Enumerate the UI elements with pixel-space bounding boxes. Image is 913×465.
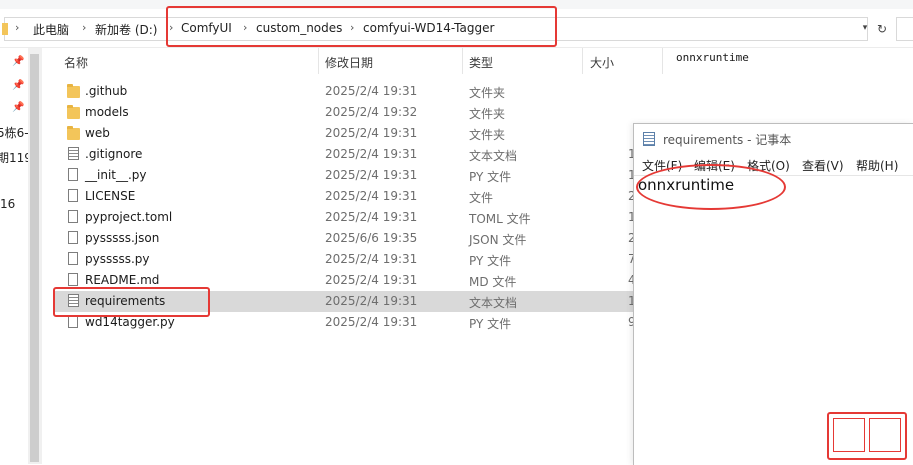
file-icon xyxy=(68,273,78,286)
folder-icon xyxy=(67,84,80,98)
file-row[interactable]: pysssss.py 2025/2/4 19:31 PY 文件 7 xyxy=(53,249,643,270)
file-date: 2025/2/4 19:31 xyxy=(325,126,418,140)
pin-icon: 📌 xyxy=(12,80,25,91)
column-divider[interactable] xyxy=(662,48,663,74)
address-dropdown-icon[interactable]: ▾ xyxy=(858,21,872,35)
column-header-size[interactable]: 大小 xyxy=(590,54,614,71)
watermark-stamp xyxy=(827,412,907,460)
file-row[interactable]: pysssss.json 2025/6/6 19:35 JSON 文件 2 xyxy=(53,228,643,249)
file-icon xyxy=(68,189,78,202)
file-date: 2025/2/4 19:31 xyxy=(325,315,418,329)
file-row[interactable]: __init__.py 2025/2/4 19:31 PY 文件 1 xyxy=(53,165,643,186)
file-row[interactable]: pyproject.toml 2025/2/4 19:31 TOML 文件 1 xyxy=(53,207,643,228)
file-icon xyxy=(68,168,78,181)
column-header-date[interactable]: 修改日期 xyxy=(325,54,373,71)
file-date: 2025/2/4 19:32 xyxy=(325,105,418,119)
highlight-address-annotation xyxy=(166,6,557,47)
file-date: 2025/2/4 19:31 xyxy=(325,189,418,203)
file-name: pyproject.toml xyxy=(85,210,173,224)
menu-view[interactable]: 查看(V) xyxy=(802,157,844,174)
file-row[interactable]: models 2025/2/4 19:32 文件夹 xyxy=(53,102,643,123)
text-file-icon xyxy=(68,147,79,160)
file-name: LICENSE xyxy=(85,189,136,203)
file-row[interactable]: web 2025/2/4 19:31 文件夹 xyxy=(53,123,643,144)
file-date: 2025/2/4 19:31 xyxy=(325,252,418,266)
breadcrumb-drive[interactable]: 新加卷 (D:) xyxy=(95,21,157,38)
folder-icon xyxy=(67,126,80,140)
file-name: .github xyxy=(85,84,128,98)
column-divider[interactable] xyxy=(582,48,583,74)
file-date: 2025/2/4 19:31 xyxy=(325,84,418,98)
pin-icon: 📌 xyxy=(12,56,25,67)
file-date: 2025/2/4 19:31 xyxy=(325,147,418,161)
file-date: 2025/2/4 19:31 xyxy=(325,294,418,308)
file-icon xyxy=(68,252,78,265)
folder-icon xyxy=(67,105,80,119)
folder-icon xyxy=(2,23,8,35)
notepad-title: requirements - 记事本 xyxy=(663,133,792,147)
nav-scrollbar[interactable] xyxy=(28,48,42,464)
column-divider[interactable] xyxy=(462,48,463,74)
file-name: web xyxy=(85,126,110,140)
file-name: __init__.py xyxy=(85,168,147,182)
column-header-type[interactable]: 类型 xyxy=(469,54,493,71)
file-type: TOML 文件 xyxy=(469,212,531,226)
file-name: wd14tagger.py xyxy=(85,315,175,329)
file-name: README.md xyxy=(85,273,160,287)
nav-scrollbar-thumb[interactable] xyxy=(30,54,39,462)
file-date: 2025/2/4 19:31 xyxy=(325,168,418,182)
column-header-row: 名称 修改日期 类型 大小 xyxy=(53,48,643,74)
file-type: 文本文档 xyxy=(469,296,518,310)
column-header-name[interactable]: 名称 xyxy=(64,54,88,71)
notepad-title-bar[interactable]: requirements - 记事本 xyxy=(634,124,913,154)
file-row[interactable]: .gitignore 2025/2/4 19:31 文本文档 1 xyxy=(53,144,643,165)
file-name: .gitignore xyxy=(85,147,143,161)
file-row[interactable]: LICENSE 2025/2/4 19:31 文件 2 xyxy=(53,186,643,207)
file-name: models xyxy=(85,105,129,119)
file-icon xyxy=(68,210,78,223)
file-icon xyxy=(68,231,78,244)
file-row[interactable]: .github 2025/2/4 19:31 文件夹 xyxy=(53,81,643,102)
file-type: JSON 文件 xyxy=(469,233,527,247)
file-type: 文件夹 xyxy=(469,107,506,121)
column-divider[interactable] xyxy=(318,48,319,74)
nav-item[interactable]: 5栋6- xyxy=(0,124,29,141)
file-type: 文件夹 xyxy=(469,128,506,142)
file-name: pysssss.json xyxy=(85,231,160,245)
file-name: pysssss.py xyxy=(85,252,150,266)
refresh-icon[interactable]: ↻ xyxy=(874,21,890,37)
file-type: 文件 xyxy=(469,191,494,205)
breadcrumb-chevron-icon: › xyxy=(15,21,20,34)
file-type: PY 文件 xyxy=(469,170,512,184)
file-date: 2025/2/4 19:31 xyxy=(325,273,418,287)
file-type: 文本文档 xyxy=(469,149,518,163)
file-type: 文件夹 xyxy=(469,86,506,100)
file-type: PY 文件 xyxy=(469,254,512,268)
file-date: 2025/2/4 19:31 xyxy=(325,210,418,224)
menu-help[interactable]: 帮助(H) xyxy=(856,157,898,174)
file-type: PY 文件 xyxy=(469,317,512,331)
notepad-icon xyxy=(643,132,655,146)
file-date: 2025/6/6 19:35 xyxy=(325,231,418,245)
search-input[interactable] xyxy=(896,17,913,41)
preview-pane-text: onnxruntime xyxy=(676,51,749,64)
highlight-requirements-annotation xyxy=(53,287,210,317)
highlight-content-annotation xyxy=(636,164,786,210)
breadcrumb-chevron-icon: › xyxy=(82,21,87,34)
nav-item[interactable]: 16 xyxy=(0,197,15,211)
pin-icon: 📌 xyxy=(12,102,25,113)
navigation-pane: 📌 📌 📌 5栋6- 期119 16 xyxy=(0,48,42,464)
breadcrumb-this-pc[interactable]: 此电脑 xyxy=(33,21,69,38)
file-type: MD 文件 xyxy=(469,275,517,289)
